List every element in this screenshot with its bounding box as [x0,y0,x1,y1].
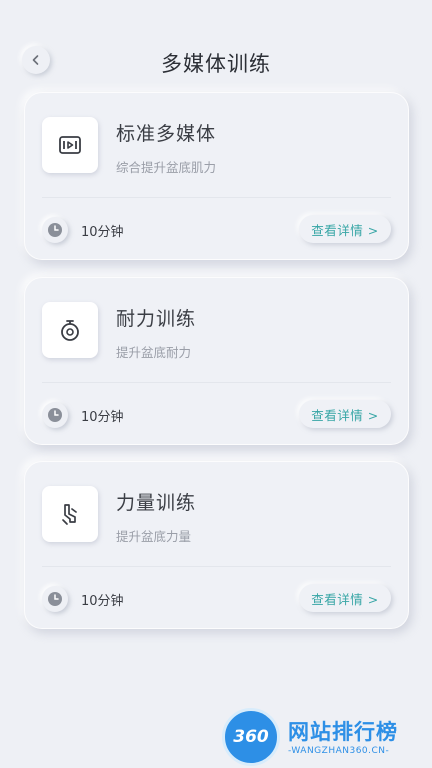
divider [42,197,391,198]
duration-text: 10分钟 [81,410,124,425]
divider [42,566,391,567]
training-card-strength[interactable]: 力量训练 提升盆底力量 10分钟 查看详情 > [24,461,409,629]
card-icon-box [42,302,98,358]
watermark-url: -WANGZHAN360.CN- [288,746,390,756]
training-card-endurance[interactable]: 耐力训练 提升盆底耐力 10分钟 查看详情 > [24,277,409,445]
training-card-standard-multimedia[interactable]: 标准多媒体 综合提升盆底肌力 10分钟 查看详情 > [24,92,409,260]
view-details-button[interactable]: 查看详情 > [299,215,391,243]
stopwatch-icon [61,320,79,341]
divider [42,382,391,383]
card-icon-box [42,117,98,173]
card-subtitle: 提升盆底耐力 [116,345,192,360]
header: 多媒体训练 [0,40,432,82]
card-title: 标准多媒体 [116,123,217,145]
view-details-button[interactable]: 查看详情 > [299,584,391,612]
view-details-button[interactable]: 查看详情 > [299,400,391,428]
card-subtitle: 提升盆底力量 [116,529,192,544]
card-icon-box [42,486,98,542]
card-title: 力量训练 [116,492,197,514]
duration-text: 10分钟 [81,225,124,240]
duration-text: 10分钟 [81,594,124,609]
video-icon [59,136,81,154]
watermark-logo: 360 [222,708,280,766]
watermark-name: 网站排行榜 [288,720,398,744]
card-subtitle: 综合提升盆底肌力 [116,160,217,175]
page-title: 多媒体训练 [161,52,271,76]
card-title: 耐力训练 [116,308,197,330]
strength-icon [62,504,77,525]
clock-icon [42,402,68,428]
clock-icon [42,586,68,612]
clock-icon [42,217,68,243]
watermark: 360 网站排行榜 -WANGZHAN360.CN- [218,702,432,768]
